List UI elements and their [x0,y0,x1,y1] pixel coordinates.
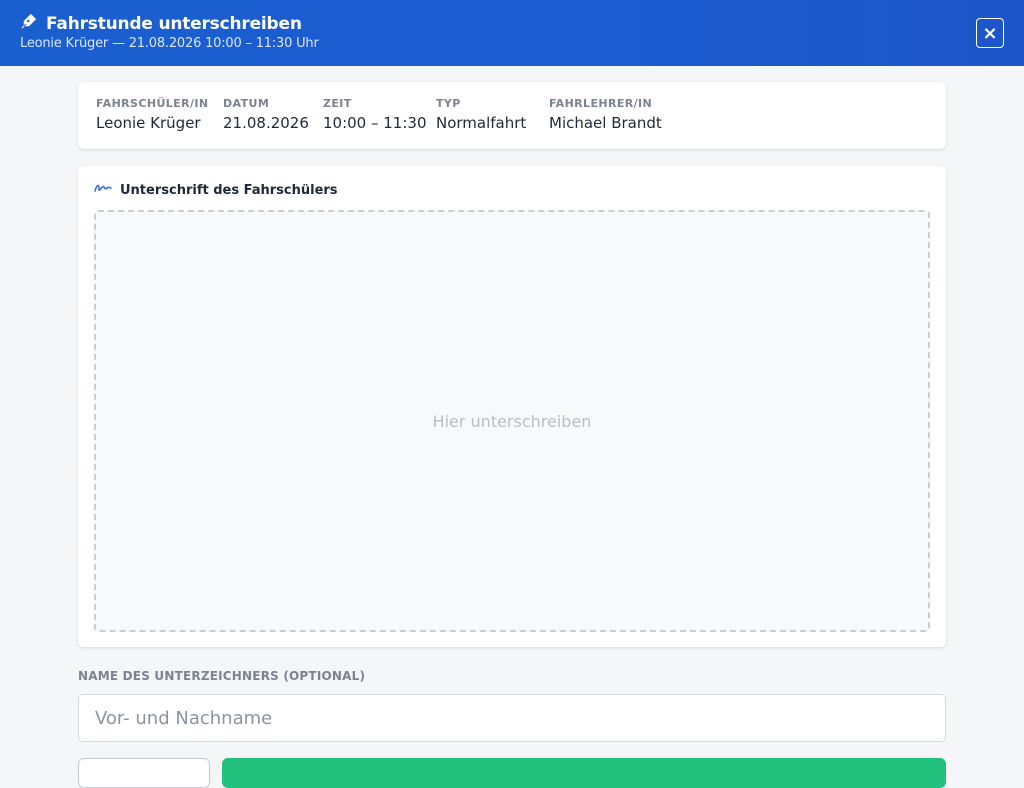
info-instructor-label: Fahrlehrer/in [549,97,653,110]
info-type: Typ Normalfahrt [436,97,526,132]
signature-placeholder: Hier unterschreiben [432,411,592,431]
cancel-button[interactable] [78,758,210,788]
info-student: Fahrschüler/in Leonie Krüger [96,97,209,132]
info-type-value: Normalfahrt [436,114,527,132]
signature-card: Unterschrift des Fahrschülers Hier unter… [78,166,946,647]
info-time-label: Zeit [323,97,352,110]
modal-title-text: Fahrstunde unterschreiben [46,13,302,34]
signer-name-input[interactable] [78,694,946,742]
modal-subtitle: Leonie Krüger — 21.08.2026 10:00 – 11:30… [20,36,319,51]
submit-signature-button[interactable] [222,758,946,788]
info-date-value: 21.08.2026 [223,114,309,132]
modal-title: Fahrstunde unterschreiben [20,12,302,35]
signature-pad[interactable]: Hier unterschreiben [94,210,930,632]
info-instructor-value: Michael Brandt [549,114,662,132]
close-icon: × [982,22,998,44]
modal-header: Fahrstunde unterschreiben Leonie Krüger … [0,0,1024,66]
signer-name-label: NAME DES UNTERZEICHNERS (OPTIONAL) [78,669,366,683]
close-button[interactable]: × [976,18,1004,48]
signature-heading: Unterschrift des Fahrschülers [94,182,338,198]
pen-icon [20,12,38,35]
info-instructor: Fahrlehrer/in Michael Brandt [549,97,662,132]
info-student-label: Fahrschüler/in [96,97,209,110]
signature-heading-text: Unterschrift des Fahrschülers [120,182,338,198]
info-type-label: Typ [436,97,461,110]
lesson-info-card: Fahrschüler/in Leonie Krüger Datum 21.08… [78,82,946,149]
info-time: Zeit 10:00 – 11:30 [323,97,427,132]
info-student-value: Leonie Krüger [96,114,201,132]
signature-icon [94,182,112,198]
info-time-value: 10:00 – 11:30 [323,114,427,132]
info-date-label: Datum [223,97,270,110]
info-date: Datum 21.08.2026 [223,97,309,132]
